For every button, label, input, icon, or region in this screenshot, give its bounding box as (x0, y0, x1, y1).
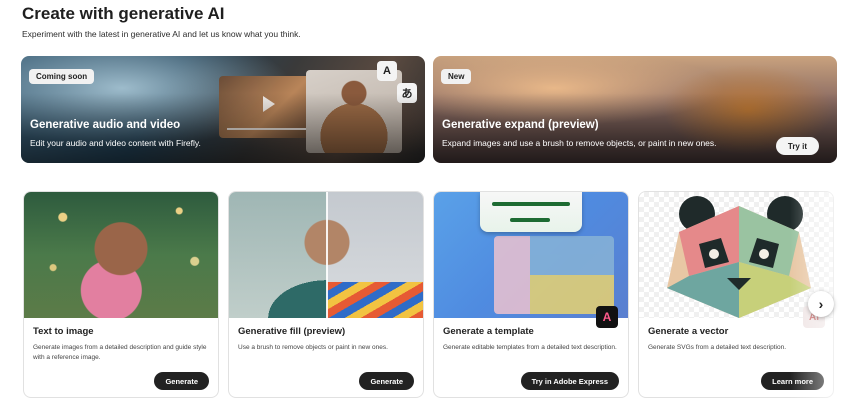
card-description: Use a brush to remove objects or paint i… (238, 344, 388, 351)
panda-vector-image (667, 196, 811, 318)
card-description: Generate SVGs from a detailed text descr… (648, 344, 787, 351)
card-title: Generate a template (443, 326, 534, 337)
banner-title: Generative audio and video (30, 119, 181, 131)
try-it-button[interactable]: Try it (775, 137, 819, 155)
generate-button[interactable]: Generate (359, 372, 414, 390)
card-title: Generate a vector (648, 326, 729, 337)
template-preview (434, 192, 628, 318)
card-title: Generative fill (preview) (238, 326, 346, 337)
card-text-to-image[interactable]: Text to image Generate images from a det… (23, 191, 219, 398)
try-in-adobe-express-button[interactable]: Try in Adobe Express (520, 372, 619, 390)
banner-title: Generative expand (preview) (442, 119, 599, 131)
card-description: Generate images from a detailed descript… (33, 344, 207, 361)
adobe-express-icon: A (596, 306, 618, 328)
page-title: Create with generative AI (22, 4, 225, 23)
text-to-image-preview (24, 192, 218, 318)
banner-description: Expand images and use a brush to remove … (442, 138, 717, 148)
vector-preview (639, 192, 833, 318)
card-description: Generate editable templates from a detai… (443, 344, 617, 351)
comparison-divider (326, 192, 328, 318)
chevron-right-icon[interactable]: › (808, 291, 834, 317)
card-generative-fill[interactable]: Generative fill (preview) Use a brush to… (228, 191, 424, 398)
card-generate-template[interactable]: A Generate a template Generate editable … (433, 191, 629, 398)
card-title: Text to image (33, 326, 94, 337)
banner-generative-audio-video[interactable]: A あ Coming soon Generative audio and vid… (21, 56, 425, 163)
translate-latin-icon: A (377, 61, 397, 81)
page-subtitle: Experiment with the latest in generative… (22, 29, 301, 39)
learn-more-button[interactable]: Learn more (761, 372, 824, 390)
generate-button[interactable]: Generate (154, 372, 209, 390)
new-badge: New (441, 69, 472, 84)
banner-description: Edit your audio and video content with F… (30, 138, 201, 148)
card-generate-vector[interactable]: Ai Generate a vector Generate SVGs from … (638, 191, 834, 398)
banner-generative-expand[interactable]: New Generative expand (preview) Expand i… (433, 56, 837, 163)
generative-fill-preview (229, 192, 423, 318)
coming-soon-badge: Coming soon (29, 69, 95, 84)
